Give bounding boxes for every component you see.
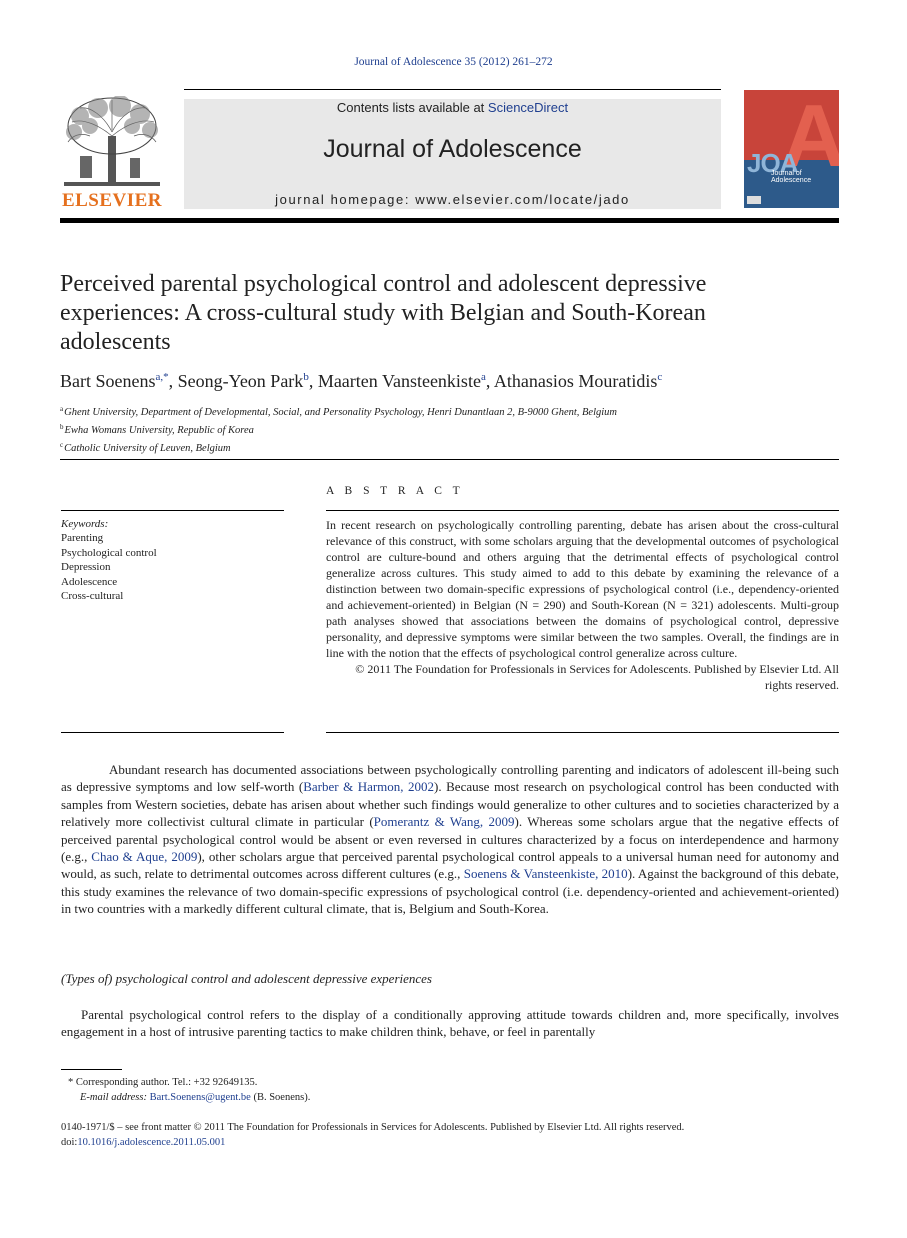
affiliation-text: Catholic University of Leuven, Belgium (64, 443, 231, 454)
section-heading: (Types of) psychological control and ado… (61, 971, 432, 986)
citation-link[interactable]: Chao & Aque, 2009 (91, 849, 197, 864)
journal-cover-image[interactable]: A JOA Journal of Adolescence (744, 90, 839, 208)
keywords-block: Keywords: Parenting Psychological contro… (61, 517, 157, 603)
journal-title: Journal of Adolescence (323, 135, 582, 163)
keywords-bottom-rule (61, 732, 284, 733)
affiliation-item: cCatholic University of Leuven, Belgium (60, 438, 617, 456)
front-matter-line: 0140-1971/$ – see front matter © 2011 Th… (61, 1122, 685, 1133)
keyword: Depression (61, 561, 111, 574)
abstract-heading: A B S T R A C T (326, 485, 464, 497)
affiliation-mark: b (60, 423, 64, 431)
author-list: Bart Soenensa,*, Seong-Yeon Parkb, Maart… (60, 371, 663, 391)
abstract-copyright: © 2011 The Foundation for Professionals … (355, 662, 839, 692)
abstract-text: In recent research on psychologically co… (326, 518, 839, 660)
keywords-label: Keywords: (61, 518, 109, 530)
tree-emblem-icon (64, 95, 160, 186)
abstract-body: In recent research on psychologically co… (326, 517, 839, 693)
author-name[interactable]: Athanasios Mouratidis (494, 371, 658, 391)
author-affiliation-mark[interactable]: b (303, 371, 309, 383)
author-affiliation-mark[interactable]: a (481, 371, 486, 383)
keyword: Parenting (61, 532, 104, 545)
keyword: Cross-cultural (61, 590, 124, 603)
intro-paragraph: Abundant research has documented associa… (61, 761, 839, 918)
doi-line: doi:10.1016/j.adolescence.2011.05.001 (61, 1135, 684, 1150)
sciencedirect-link[interactable]: ScienceDirect (488, 100, 568, 115)
journal-reference-link[interactable]: Journal of Adolescence 35 (2012) 261–272 (0, 56, 907, 68)
author-affiliation-mark[interactable]: a,* (155, 371, 168, 383)
cover-publisher-tag (747, 196, 761, 204)
header-thick-rule (60, 218, 839, 223)
keyword: Psychological control (61, 546, 157, 559)
body-paragraph: Parental psychological control refers to… (61, 1007, 839, 1040)
article-title: Perceived parental psychological control… (60, 271, 707, 355)
email-suffix: (B. Soenens). (250, 1092, 311, 1103)
journal-header-box: Contents lists available at ScienceDirec… (184, 99, 721, 209)
elsevier-wordmark: ELSEVIER (61, 190, 163, 211)
author-name[interactable]: Seong-Yeon Park (178, 371, 304, 391)
citation-link[interactable]: Soenens & Vansteenkiste, 2010 (464, 866, 628, 881)
front-matter: 0140-1971/$ – see front matter © 2011 Th… (61, 1120, 684, 1150)
corresponding-author-note: * Corresponding author. Tel.: +32 926491… (68, 1077, 258, 1088)
doi-prefix: doi: (61, 1137, 78, 1148)
affiliation-mark: c (60, 441, 64, 449)
author-name[interactable]: Maarten Vansteenkiste (318, 371, 481, 391)
contents-prefix: Contents lists available at (336, 100, 488, 115)
doi-link[interactable]: 10.1016/j.adolescence.2011.05.001 (77, 1137, 225, 1148)
keyword: Adolescence (61, 575, 118, 588)
affiliation-item: bEwha Womans University, Republic of Kor… (60, 420, 617, 438)
author-name[interactable]: Bart Soenens (60, 371, 155, 391)
email-label: E-mail address: (80, 1092, 150, 1103)
email-link[interactable]: Bart.Soenens@ugent.be (150, 1092, 251, 1103)
cover-subtitle: Journal of Adolescence (771, 170, 812, 184)
abstract-bottom-rule (326, 732, 839, 733)
abstract-top-rule (326, 510, 839, 511)
email-note: E-mail address: Bart.Soenens@ugent.be (B… (68, 1090, 310, 1105)
affiliation-item: aGhent University, Department of Develop… (60, 402, 617, 420)
journal-homepage-link[interactable]: journal homepage: www.elsevier.com/locat… (184, 192, 721, 207)
elsevier-logo[interactable]: ELSEVIER (60, 95, 164, 212)
affiliations: aGhent University, Department of Develop… (60, 402, 617, 456)
footnotes: * Corresponding author. Tel.: +32 926491… (68, 1075, 310, 1105)
citation-link[interactable]: Pomerantz & Wang, 2009 (374, 814, 515, 829)
footnote-rule (61, 1069, 122, 1070)
keywords-top-rule (61, 510, 284, 511)
contents-line: Contents lists available at ScienceDirec… (184, 100, 721, 115)
affiliation-text: Ghent University, Department of Developm… (64, 407, 618, 418)
affiliation-text: Ewha Womans University, Republic of Kore… (64, 425, 254, 436)
author-affiliation-mark[interactable]: c (657, 371, 662, 383)
citation-link[interactable]: Barber & Harmon, 2002 (303, 779, 434, 794)
affiliation-mark: a (60, 405, 64, 413)
header-top-rule (184, 89, 721, 90)
affiliations-divider (60, 459, 839, 460)
